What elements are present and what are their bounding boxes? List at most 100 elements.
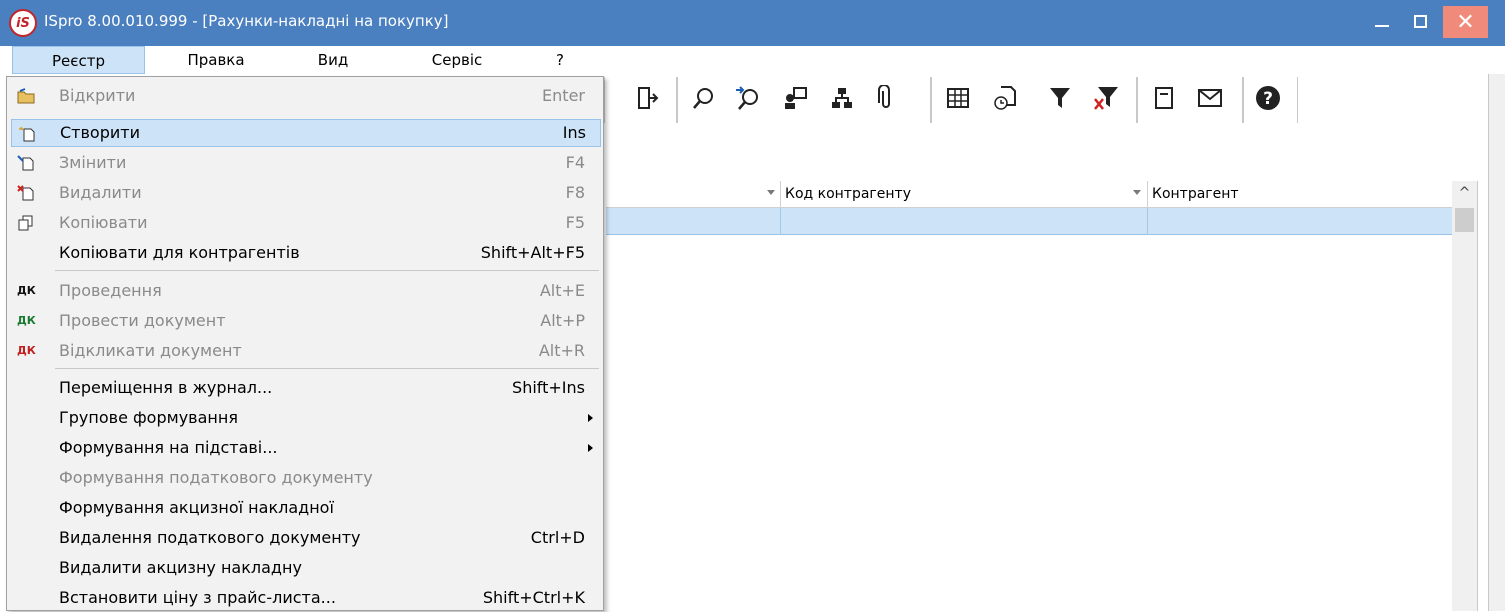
menu-item-forming-based-on[interactable]: Формування на підставі... bbox=[7, 434, 603, 462]
menu-item-revoke-document-shortcut: Alt+R bbox=[538, 341, 585, 360]
menu-item-group-forming[interactable]: Групове формування bbox=[7, 404, 603, 432]
menu-view[interactable]: Вид bbox=[310, 46, 356, 74]
close-button[interactable]: ✕ bbox=[1443, 6, 1488, 38]
panel-edge bbox=[1489, 74, 1505, 611]
menu-item-copy-shortcut: F5 bbox=[565, 213, 585, 232]
column-header-1[interactable] bbox=[606, 181, 781, 207]
menu-item-delete-label: Видалити bbox=[59, 183, 142, 202]
open-folder-icon bbox=[17, 88, 35, 104]
table-icon[interactable] bbox=[944, 84, 972, 112]
grid-border bbox=[1477, 181, 1478, 611]
new-doc-icon bbox=[18, 126, 36, 142]
menu-item-revoke-document-label: Відкликати документ bbox=[59, 341, 242, 360]
filter-clear-icon[interactable] bbox=[1092, 84, 1120, 112]
menu-item-delete[interactable]: Видалити F8 bbox=[7, 179, 603, 207]
menu-item-forming-based-on-label: Формування на підставі... bbox=[59, 438, 278, 457]
note-icon[interactable] bbox=[1150, 84, 1178, 112]
menu-item-delete-excise-invoice[interactable]: Видалити акцизну накладну bbox=[7, 554, 603, 582]
close-icon: ✕ bbox=[1456, 9, 1475, 35]
delete-doc-icon bbox=[17, 185, 35, 201]
menu-item-edit[interactable]: Змінити F4 bbox=[7, 149, 603, 177]
maximize-button[interactable] bbox=[1397, 4, 1443, 38]
menu-item-set-price-from-pricelist-shortcut: Shift+Ctrl+K bbox=[482, 588, 585, 607]
menu-item-delete-shortcut: F8 bbox=[565, 183, 585, 202]
column-header-contractor-code[interactable]: Код контрагенту bbox=[781, 181, 1148, 207]
app-logo-icon: iS bbox=[9, 9, 37, 37]
menu-registry[interactable]: Реєстр bbox=[12, 46, 145, 74]
menu-item-tax-document-forming[interactable]: Формування податкового документу bbox=[7, 464, 603, 492]
revoke-doc-icon: ДК bbox=[17, 344, 36, 357]
menu-item-open-label: Відкрити bbox=[59, 86, 136, 105]
doc-clock-icon[interactable] bbox=[992, 84, 1020, 112]
window-title: ISpro 8.00.010.999 - [Рахунки-накладні н… bbox=[44, 12, 449, 30]
table-row[interactable] bbox=[606, 208, 1452, 235]
column-header-contractor[interactable]: Контрагент bbox=[1148, 181, 1452, 207]
copy-icon bbox=[17, 215, 35, 231]
help-icon[interactable]: ? bbox=[1254, 84, 1282, 112]
menu-separator bbox=[55, 270, 599, 271]
scroll-thumb[interactable] bbox=[1455, 208, 1474, 232]
menu-help[interactable]: ? bbox=[548, 46, 572, 74]
menu-item-open[interactable]: Відкрити Enter bbox=[7, 82, 603, 110]
chevron-right-icon bbox=[588, 414, 593, 422]
post-doc-icon: ДК bbox=[17, 314, 36, 327]
chevron-right-icon bbox=[588, 444, 593, 452]
menu-item-create-label: Створити bbox=[60, 123, 140, 142]
menu-item-delete-tax-document-shortcut: Ctrl+D bbox=[530, 528, 585, 547]
chevron-down-icon[interactable] bbox=[767, 190, 775, 195]
menu-service[interactable]: Сервіс bbox=[420, 46, 494, 74]
cell-divider bbox=[780, 208, 781, 234]
menu-item-delete-tax-document-label: Видалення податкового документу bbox=[59, 528, 361, 547]
menu-item-set-price-from-pricelist[interactable]: Встановити ціну з прайс-листа... Shift+C… bbox=[7, 584, 603, 612]
menu-bar: Реєстр Правка Вид Сервіс ? bbox=[0, 46, 1505, 74]
hierarchy-icon[interactable] bbox=[828, 84, 856, 112]
maximize-icon bbox=[1413, 14, 1427, 28]
search-next-icon[interactable] bbox=[734, 84, 762, 112]
exit-icon[interactable] bbox=[634, 84, 662, 112]
title-bar: iS ISpro 8.00.010.999 - [Рахунки-накладн… bbox=[0, 0, 1505, 46]
menu-edit[interactable]: Правка bbox=[176, 46, 256, 74]
menu-item-post-document-shortcut: Alt+P bbox=[540, 311, 585, 330]
user-card-icon[interactable] bbox=[782, 84, 810, 112]
menu-item-excise-invoice-forming-label: Формування акцизної накладної bbox=[59, 498, 334, 517]
menu-item-revoke-document[interactable]: ДК Відкликати документ Alt+R bbox=[7, 337, 603, 365]
menu-item-move-to-journal-label: Переміщення в журнал... bbox=[59, 378, 273, 397]
menu-item-delete-tax-document[interactable]: Видалення податкового документу Ctrl+D bbox=[7, 524, 603, 552]
posting-icon: ДК bbox=[17, 284, 36, 297]
grid-header: Код контрагенту Контрагент bbox=[606, 181, 1452, 208]
menu-item-posting-shortcut: Alt+E bbox=[539, 281, 585, 300]
menu-item-copy-for-contractors-label: Копіювати для контрагентів bbox=[59, 243, 300, 262]
filter-icon[interactable] bbox=[1046, 84, 1074, 112]
cell-divider bbox=[1147, 208, 1148, 234]
svg-text:?: ? bbox=[1263, 89, 1273, 109]
menu-item-posting[interactable]: ДК Проведення Alt+E bbox=[7, 277, 603, 305]
edit-doc-icon bbox=[17, 155, 35, 171]
menu-item-edit-label: Змінити bbox=[59, 153, 127, 172]
menu-item-copy[interactable]: Копіювати F5 bbox=[7, 209, 603, 237]
menu-item-open-shortcut: Enter bbox=[542, 86, 585, 105]
mail-icon[interactable] bbox=[1196, 84, 1224, 112]
menu-item-move-to-journal[interactable]: Переміщення в журнал... Shift+Ins bbox=[7, 374, 603, 402]
column-header-contractor-code-label: Код контрагенту bbox=[785, 186, 911, 202]
menu-item-group-forming-label: Групове формування bbox=[59, 408, 238, 427]
menu-separator bbox=[55, 368, 599, 369]
scroll-up-icon[interactable]: ^ bbox=[1452, 181, 1477, 205]
menu-item-post-document-label: Провести документ bbox=[59, 311, 226, 330]
vertical-scrollbar[interactable]: ^ bbox=[1452, 181, 1477, 611]
menu-item-set-price-from-pricelist-label: Встановити ціну з прайс-листа... bbox=[59, 588, 336, 607]
chevron-down-icon[interactable] bbox=[1133, 190, 1141, 195]
menu-item-create-shortcut: Ins bbox=[562, 123, 586, 142]
menu-item-edit-shortcut: F4 bbox=[565, 153, 585, 172]
registry-dropdown-menu: Відкрити Enter Створити Ins Змінити F4 В… bbox=[6, 76, 604, 611]
search-icon[interactable] bbox=[690, 84, 718, 112]
menu-item-copy-for-contractors-shortcut: Shift+Alt+F5 bbox=[480, 243, 585, 262]
attachment-icon[interactable] bbox=[872, 84, 900, 112]
menu-item-excise-invoice-forming[interactable]: Формування акцизної накладної bbox=[7, 494, 603, 522]
column-header-contractor-label: Контрагент bbox=[1152, 186, 1239, 202]
menu-item-delete-excise-invoice-label: Видалити акцизну накладну bbox=[59, 558, 302, 577]
menu-item-copy-for-contractors[interactable]: Копіювати для контрагентів Shift+Alt+F5 bbox=[7, 239, 603, 267]
menu-item-post-document[interactable]: ДК Провести документ Alt+P bbox=[7, 307, 603, 335]
menu-item-copy-label: Копіювати bbox=[59, 213, 148, 232]
menu-item-create[interactable]: Створити Ins bbox=[11, 119, 601, 147]
minimize-icon bbox=[1375, 25, 1389, 27]
